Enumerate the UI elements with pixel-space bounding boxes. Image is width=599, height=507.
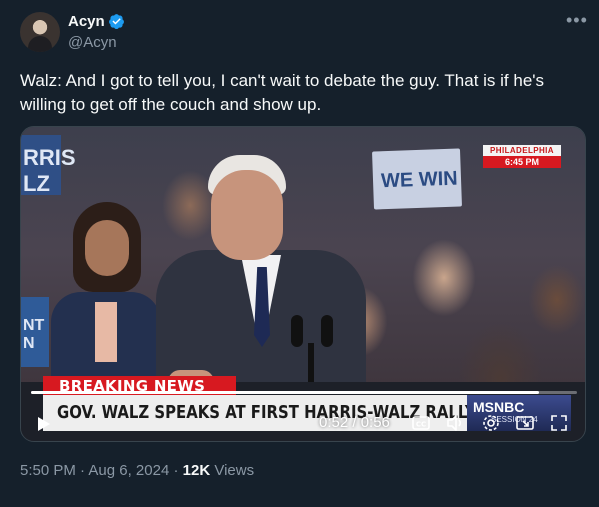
verified-badge-icon bbox=[109, 14, 124, 30]
location-tag: PHILADELPHIA 6:45 PM bbox=[483, 145, 561, 168]
avatar[interactable] bbox=[20, 12, 60, 52]
picture-in-picture-icon[interactable] bbox=[515, 413, 535, 433]
volume-icon[interactable] bbox=[445, 413, 465, 433]
tweet-date[interactable]: Aug 6, 2024 bbox=[88, 462, 169, 479]
svg-text:CC: CC bbox=[416, 421, 426, 429]
views-count: 12K bbox=[182, 462, 211, 479]
location-time: 6:45 PM bbox=[483, 156, 561, 168]
crowd-sign-we-win: WE WIN bbox=[372, 148, 462, 210]
author-name[interactable]: Acyn bbox=[68, 13, 105, 30]
video-controls: 0:52 / 0:56 CC bbox=[21, 407, 585, 441]
video-player[interactable]: RRIS LZ NT N WE WIN PHILADELPHIA 6:45 PM… bbox=[20, 126, 586, 442]
meta-separator: · bbox=[173, 462, 179, 479]
play-icon[interactable] bbox=[37, 416, 51, 432]
crowd-sign-left: RRIS LZ bbox=[21, 135, 76, 196]
crowd-sign-left-2: NT N bbox=[21, 297, 49, 367]
location-city: PHILADELPHIA bbox=[483, 145, 561, 156]
tweet-text: Walz: And I got to tell you, I can't wai… bbox=[20, 71, 545, 114]
views-label: Views bbox=[214, 462, 255, 479]
captions-icon[interactable]: CC bbox=[411, 413, 431, 433]
video-progress-fill bbox=[31, 391, 539, 394]
author-handle[interactable]: @Acyn bbox=[68, 34, 117, 51]
fullscreen-icon[interactable] bbox=[549, 413, 569, 433]
tweet-time[interactable]: 5:50 PM bbox=[20, 462, 76, 479]
meta-separator: · bbox=[80, 462, 86, 479]
video-progress-bar[interactable] bbox=[31, 391, 577, 394]
more-icon[interactable]: ••• bbox=[566, 10, 588, 31]
settings-icon[interactable] bbox=[481, 413, 501, 433]
tweet-card: Acyn @Acyn ••• Walz: And I got to tell y… bbox=[0, 0, 599, 507]
video-time: 0:52 / 0:56 bbox=[319, 414, 390, 431]
tweet-meta: 5:50 PM · Aug 6, 2024 · 12K Views bbox=[20, 462, 254, 479]
